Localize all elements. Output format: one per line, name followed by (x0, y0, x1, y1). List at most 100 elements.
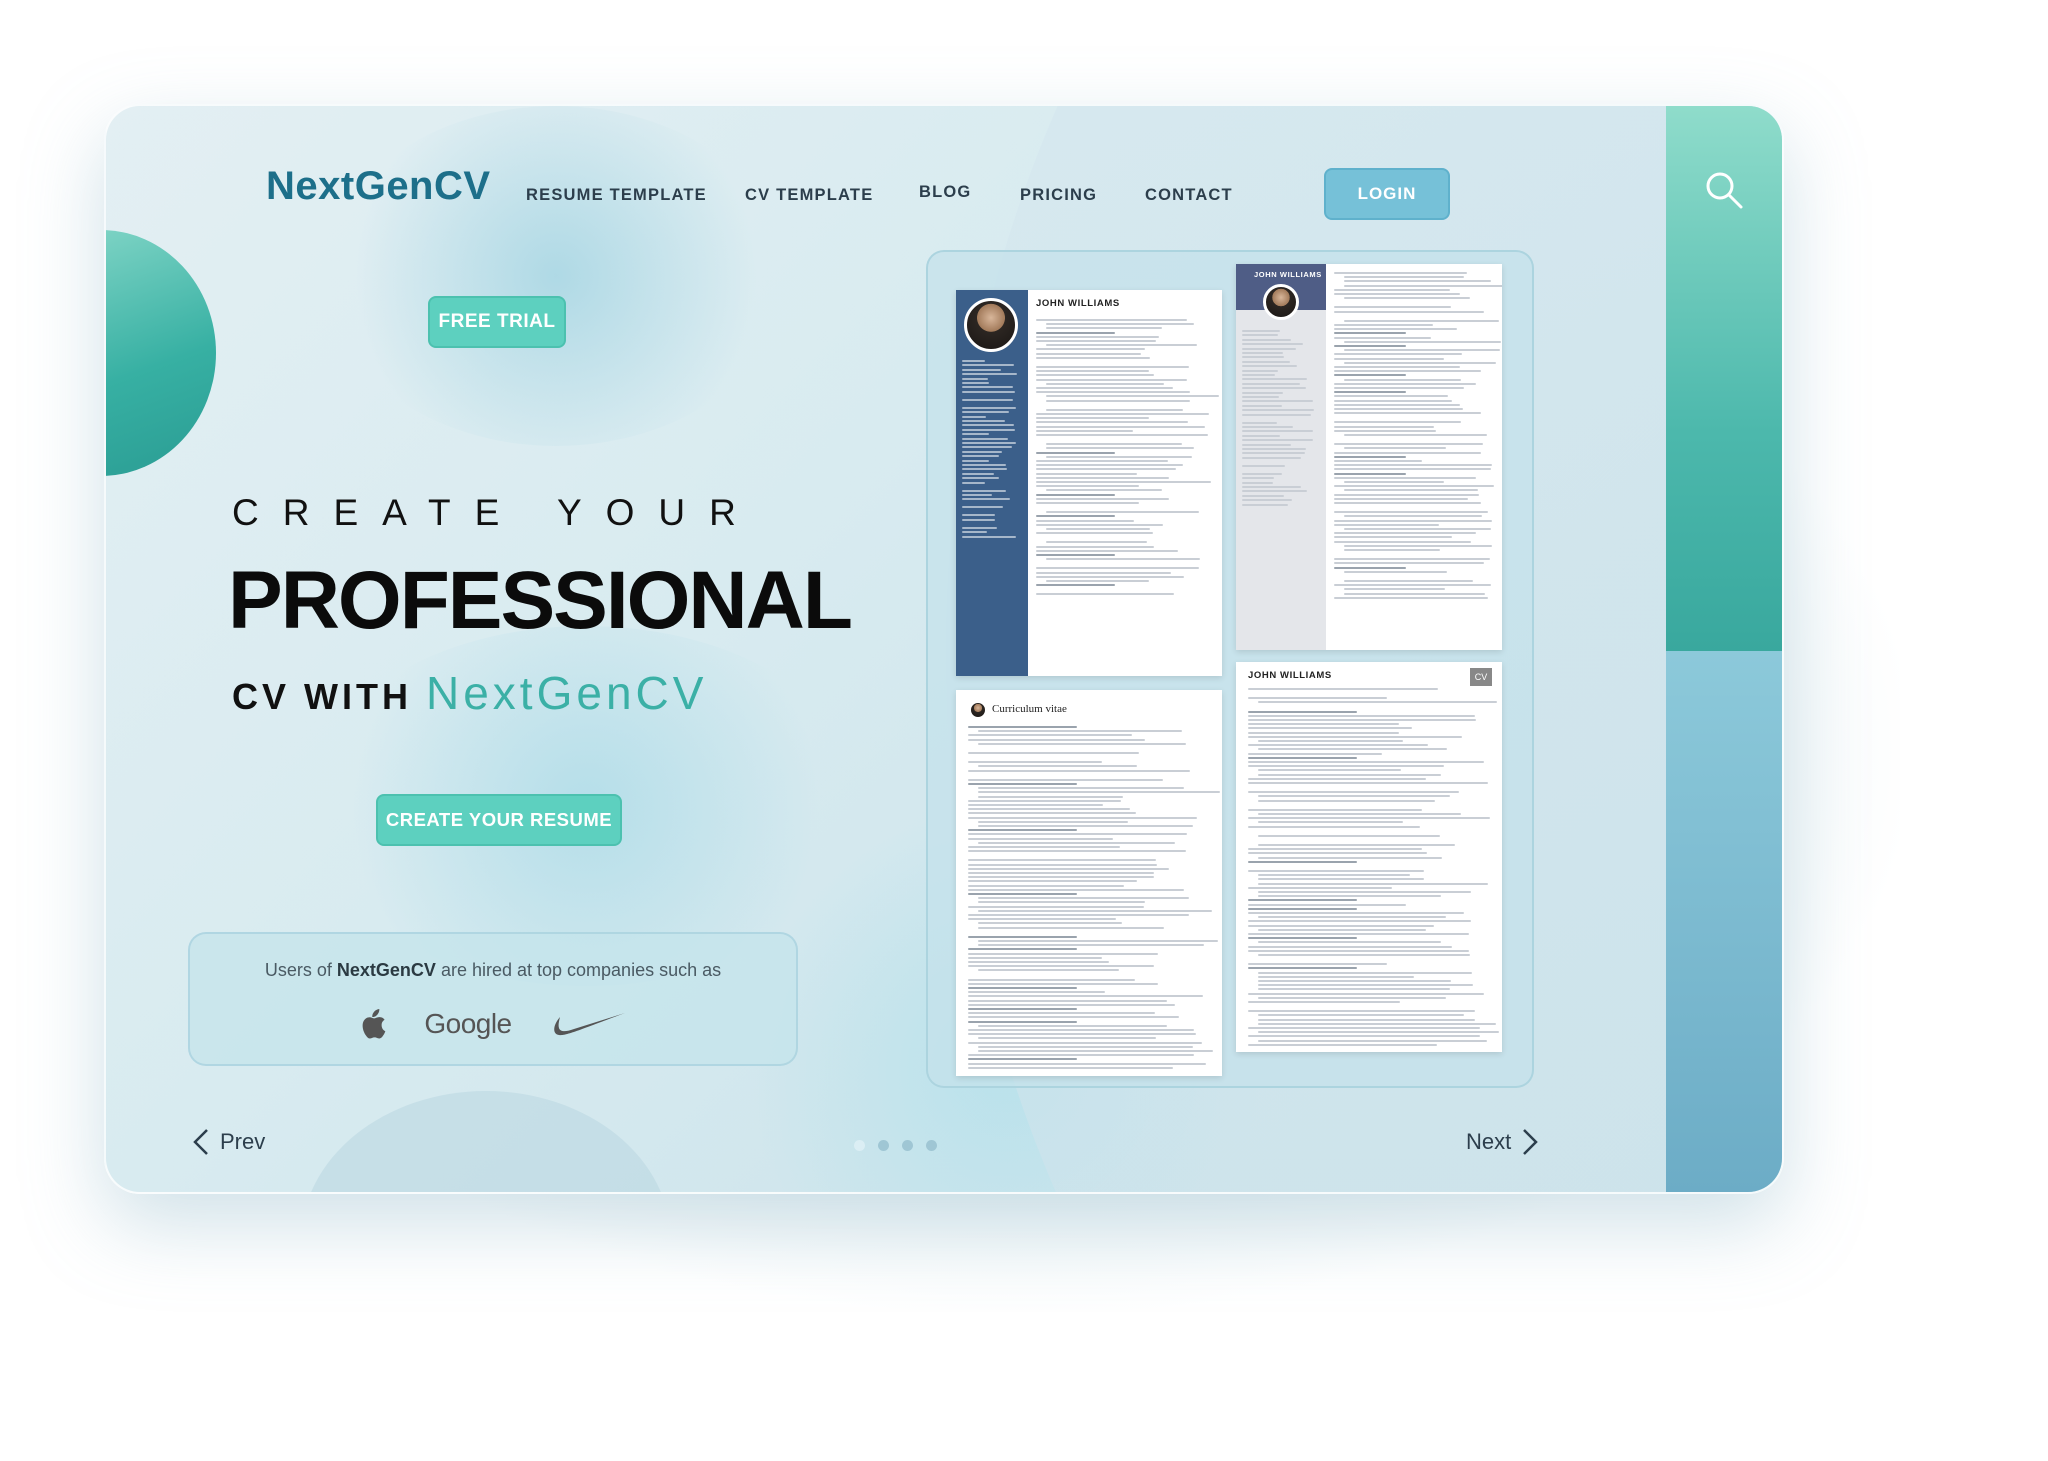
text-line (1248, 825, 1420, 828)
text-line (1036, 468, 1176, 471)
pagination-dot[interactable] (878, 1140, 889, 1151)
text-line (968, 893, 1077, 895)
text-line (1036, 370, 1149, 373)
text-line (968, 846, 1120, 848)
text-line (1046, 541, 1147, 544)
text-line (1242, 391, 1283, 394)
login-button[interactable]: LOGIN (1324, 168, 1450, 220)
text-line (1248, 886, 1392, 889)
text-line (1242, 434, 1280, 437)
template-card-3[interactable]: Curriculum vitae (956, 690, 1222, 1076)
text-line (1242, 477, 1274, 480)
text-line (1334, 497, 1468, 500)
nike-logo-icon (553, 1013, 625, 1036)
text-line (1258, 813, 1461, 815)
brand-logo[interactable]: NextGenCV (266, 164, 491, 209)
template-card-2[interactable]: JOHN WILLIAMS (1236, 264, 1502, 650)
text-line (1258, 748, 1447, 751)
text-line (978, 841, 1175, 844)
text-line (1046, 399, 1190, 402)
nav-pricing[interactable]: PRICING (1020, 186, 1097, 205)
text-line (1242, 494, 1284, 497)
text-line (1334, 523, 1439, 526)
text-line (1036, 571, 1171, 574)
text-line (1036, 451, 1115, 454)
text-line (978, 765, 1137, 768)
text-line (1248, 791, 1459, 794)
text-line (1344, 570, 1447, 573)
text-line (968, 808, 1130, 811)
text-line (1036, 545, 1154, 548)
text-line (1242, 456, 1301, 459)
text-line (962, 420, 1005, 422)
text-line (1258, 971, 1472, 974)
prev-button[interactable]: Prev (192, 1128, 265, 1156)
text-line (968, 859, 1156, 862)
text-line (1344, 297, 1470, 300)
create-resume-button[interactable]: CREATE YOUR RESUME (376, 794, 622, 846)
text-line (1334, 540, 1471, 543)
pagination-dot[interactable] (854, 1140, 865, 1151)
text-line (1334, 310, 1484, 313)
text-line (1248, 920, 1471, 923)
template-card-4[interactable]: JOHN WILLIAMS CV (1236, 662, 1502, 1052)
text-line (968, 734, 1132, 737)
template-name: Curriculum vitae (992, 703, 1067, 715)
text-line (1248, 933, 1469, 935)
pagination-dot[interactable] (926, 1140, 937, 1151)
text-line (1258, 975, 1414, 978)
text-line (968, 867, 1169, 870)
text-line (1242, 352, 1283, 354)
hero-card: NextGenCV RESUME TEMPLATE CV TEMPLATE BL… (104, 104, 1784, 1194)
text-line (1036, 464, 1183, 467)
next-button[interactable]: Next (1466, 1128, 1539, 1156)
text-line (1036, 593, 1174, 596)
text-line (968, 761, 1102, 764)
text-line (978, 909, 1212, 912)
text-line (962, 382, 989, 384)
text-line (1344, 515, 1482, 518)
text-line (968, 1041, 1202, 1044)
text-line (1334, 391, 1406, 394)
nav-cv-template[interactable]: CV TEMPLATE (745, 186, 873, 205)
text-line (1248, 963, 1387, 966)
decorative-arc (301, 1091, 671, 1192)
text-line (1344, 447, 1446, 450)
search-icon[interactable] (1702, 168, 1746, 212)
text-line (978, 1050, 1213, 1052)
text-line (962, 428, 1015, 431)
text-line (968, 833, 1187, 836)
text-line (968, 778, 1163, 781)
text-line (1046, 327, 1162, 330)
free-trial-button[interactable]: FREE TRIAL (428, 296, 566, 348)
text-line (1258, 1018, 1475, 1021)
text-line (962, 442, 1016, 444)
nav-resume-template[interactable]: RESUME TEMPLATE (526, 186, 707, 205)
text-line (968, 965, 1154, 968)
text-line (968, 978, 1135, 981)
text-line (1248, 899, 1357, 902)
text-line (1036, 335, 1159, 338)
text-line (1036, 584, 1115, 587)
nav-contact[interactable]: CONTACT (1145, 186, 1233, 205)
text-line (1334, 374, 1406, 377)
text-line (1248, 731, 1399, 734)
text-line (962, 433, 989, 436)
companies-text-prefix: Users of (264, 960, 332, 980)
text-line (1242, 443, 1291, 446)
text-line (1046, 558, 1200, 561)
text-line (1242, 499, 1292, 502)
text-line (1036, 493, 1115, 496)
text-line (962, 411, 1009, 414)
text-line (968, 816, 1197, 819)
text-line (1242, 481, 1273, 484)
template-card-1[interactable]: JOHN WILLIAMS (956, 290, 1222, 676)
pagination-dot[interactable] (902, 1140, 913, 1151)
text-line (1248, 697, 1387, 700)
text-line (1046, 447, 1194, 450)
nav-blog[interactable]: BLOG (919, 183, 971, 202)
text-line (1046, 382, 1164, 385)
text-line (968, 1003, 1175, 1006)
text-line (968, 837, 1113, 840)
text-line (978, 969, 1119, 972)
